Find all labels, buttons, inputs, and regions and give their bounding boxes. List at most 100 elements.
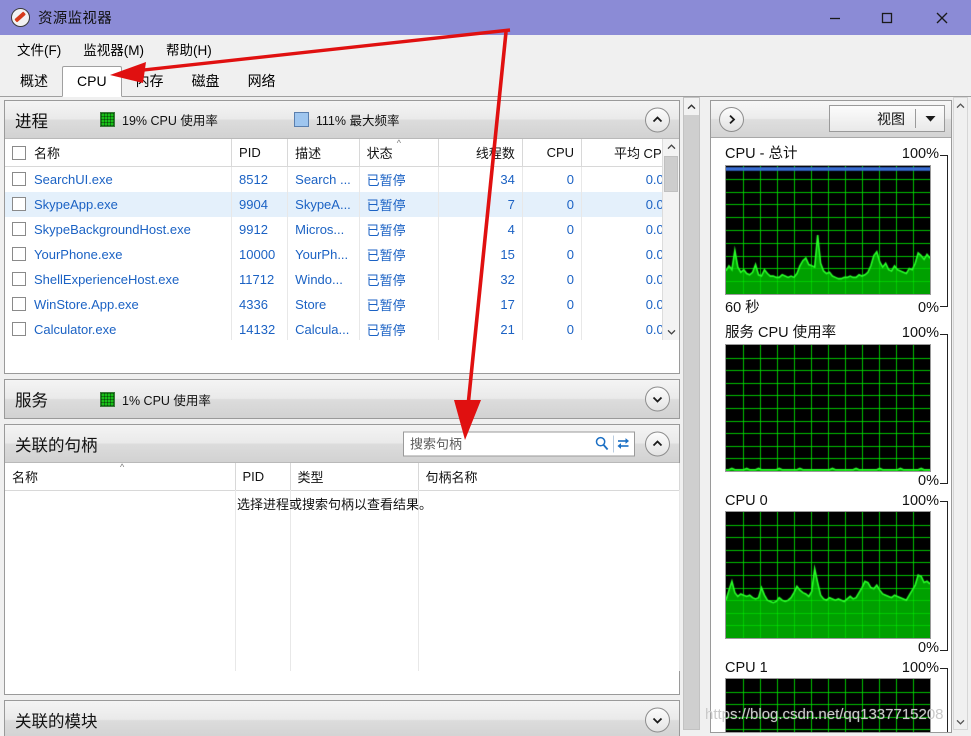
process-threads-cell: 21 [438, 317, 523, 340]
left-pane-scrollbar[interactable] [683, 97, 700, 730]
processes-col-status[interactable]: ^ 状态 [359, 139, 440, 167]
modules-panel-header[interactable]: 关联的模块 [5, 701, 679, 736]
process-description-cell: Windo... [287, 267, 360, 292]
process-cpu-cell: 0 [522, 267, 583, 292]
window-controls [809, 0, 971, 35]
tab-disk[interactable]: 磁盘 [178, 66, 234, 97]
handles-col-name[interactable]: ^ 名称 [5, 462, 236, 491]
processes-scroll-thumb[interactable] [664, 156, 678, 192]
menu-item-monitor[interactable]: 监视器(M) [74, 36, 153, 62]
table-row[interactable]: ShellExperienceHost.exe 11712 Windo... 已暂停 3… [5, 267, 679, 292]
menu-item-help[interactable]: 帮助(H) [157, 36, 221, 62]
process-name-label: YourPhone.exe [34, 247, 123, 262]
caret-down-icon[interactable] [916, 114, 944, 123]
row-checkbox[interactable] [12, 172, 26, 186]
handles-panel-header[interactable]: 关联的句柄 [5, 425, 679, 463]
table-row[interactable]: Calculator.exe 14132 Calcula... 已暂停 21 0 0.00 [5, 317, 679, 340]
left-pane-scroll-up-icon[interactable] [684, 98, 699, 115]
menu-item-file[interactable]: 文件(F) [8, 36, 70, 62]
row-checkbox[interactable] [12, 222, 26, 236]
processes-panel-header[interactable]: 进程 19% CPU 使用率 111% 最大频率 [5, 101, 679, 139]
view-dropdown-label: 视图 [877, 110, 905, 127]
tab-cpu[interactable]: CPU [62, 66, 122, 97]
services-cpu-usage-stat: 1% CPU 使用率 [100, 390, 211, 409]
handle-search-input[interactable] [404, 432, 592, 455]
maximize-button[interactable] [861, 0, 913, 35]
right-pane-scroll-up-icon[interactable] [954, 98, 967, 113]
process-pid-cell: 8512 [231, 166, 289, 192]
processes-max-frequency-label: 111% 最大频率 [315, 114, 400, 128]
modules-panel-title: 关联的模块 [15, 713, 98, 731]
processes-scroll-down-icon[interactable] [663, 324, 679, 340]
process-threads-cell: 7 [438, 192, 523, 217]
right-pane-scroll-down-icon[interactable] [954, 714, 967, 729]
row-checkbox[interactable] [12, 322, 26, 336]
process-threads-cell: 15 [438, 242, 523, 267]
processes-scroll-up-icon[interactable] [663, 139, 679, 155]
process-name-label: SkypeApp.exe [34, 197, 118, 212]
handles-col-handle-name[interactable]: 句柄名称 [418, 463, 680, 491]
right-pane-scrollbar[interactable] [953, 97, 968, 730]
process-pid-cell: 10000 [231, 242, 289, 267]
handles-col-type[interactable]: 类型 [290, 463, 419, 491]
row-checkbox[interactable] [12, 247, 26, 261]
process-pid-cell: 4336 [231, 292, 289, 317]
select-all-checkbox[interactable] [12, 146, 26, 160]
services-panel-title: 服务 [15, 392, 48, 410]
process-status-cell: 已暂停 [359, 166, 440, 192]
process-pid-cell: 11712 [231, 267, 289, 292]
tab-memory[interactable]: 内存 [122, 66, 178, 97]
window-title: 资源监视器 [38, 11, 112, 27]
process-cpu-cell: 0 [522, 242, 583, 267]
sort-ascending-icon: ^ [120, 462, 125, 472]
processes-collapse-chevron-up-icon[interactable] [645, 107, 670, 132]
process-status-cell: 已暂停 [359, 292, 440, 317]
processes-col-description[interactable]: 描述 [287, 139, 360, 167]
row-checkbox[interactable] [12, 297, 26, 311]
view-dropdown-button[interactable]: 视图 [829, 105, 945, 132]
row-checkbox[interactable] [12, 197, 26, 211]
green-swatch-icon [100, 391, 115, 407]
processes-col-threads[interactable]: 线程数 [438, 139, 523, 167]
handle-search-box[interactable] [403, 431, 635, 456]
services-panel-header[interactable]: 服务 1% CPU 使用率 [5, 380, 679, 418]
table-row[interactable]: YourPhone.exe 10000 YourPh... 已暂停 15 0 0.00 [5, 242, 679, 267]
tab-overview[interactable]: 概述 [6, 66, 62, 97]
process-status-cell: 已暂停 [359, 192, 440, 217]
handles-collapse-chevron-up-icon[interactable] [645, 431, 670, 456]
cpu-graph-canvas [725, 344, 931, 472]
tab-network[interactable]: 网络 [234, 66, 290, 97]
process-pid-cell: 9904 [231, 192, 289, 217]
refresh-arrows-icon[interactable] [613, 432, 634, 455]
processes-table: 名称 PID 描述 ^ 状态 线程数 CPU 平均 CPU SearchUI.e… [5, 139, 679, 340]
graph-max-label: 100% [901, 660, 939, 676]
minimize-button[interactable] [809, 0, 861, 35]
cpu-graph-block: CPU 1 100% [711, 660, 951, 732]
handles-col-pid[interactable]: PID [235, 463, 291, 491]
close-button[interactable] [913, 0, 971, 35]
process-name-cell: SkypeApp.exe [5, 192, 233, 217]
table-row[interactable]: SkypeBackgroundHost.exe 9912 Micros... 已暂停 4… [5, 217, 679, 242]
processes-col-pid[interactable]: PID [231, 139, 289, 167]
processes-scrollbar[interactable] [662, 139, 679, 340]
services-expand-chevron-down-icon[interactable] [645, 386, 670, 412]
processes-col-cpu[interactable]: CPU [522, 139, 583, 167]
graph-title: CPU - 总计 [725, 146, 798, 162]
right-pane-expand-chevron-right-icon[interactable] [719, 106, 744, 132]
table-row[interactable]: SearchUI.exe 8512 Search ... 已暂停 34 0 0.00 [5, 166, 679, 192]
process-threads-cell: 17 [438, 292, 523, 317]
row-checkbox[interactable] [12, 272, 26, 286]
table-row[interactable]: WinStore.App.exe 4336 Store 已暂停 17 0 0.00 [5, 292, 679, 317]
modules-expand-chevron-down-icon[interactable] [645, 707, 670, 733]
process-name-cell: ShellExperienceHost.exe [5, 267, 233, 292]
magnifier-icon[interactable] [592, 432, 613, 455]
graph-max-label: 100% [901, 146, 939, 162]
processes-cpu-usage-stat: 19% CPU 使用率 [100, 110, 218, 129]
handles-table-header-row: ^ 名称 PID 类型 句柄名称 [5, 462, 680, 491]
table-row[interactable]: SkypeApp.exe 9904 SkypeA... 已暂停 7 0 0.00 [5, 192, 679, 217]
processes-col-name[interactable]: 名称 [5, 139, 233, 167]
handles-panel-title: 关联的句柄 [15, 436, 98, 455]
graph-title: 服务 CPU 使用率 [725, 325, 837, 341]
handles-table-container: ^ 名称 PID 类型 句柄名称 选择进程或搜索句柄以查看结果。 [5, 462, 680, 671]
process-status-cell: 已暂停 [359, 242, 440, 267]
